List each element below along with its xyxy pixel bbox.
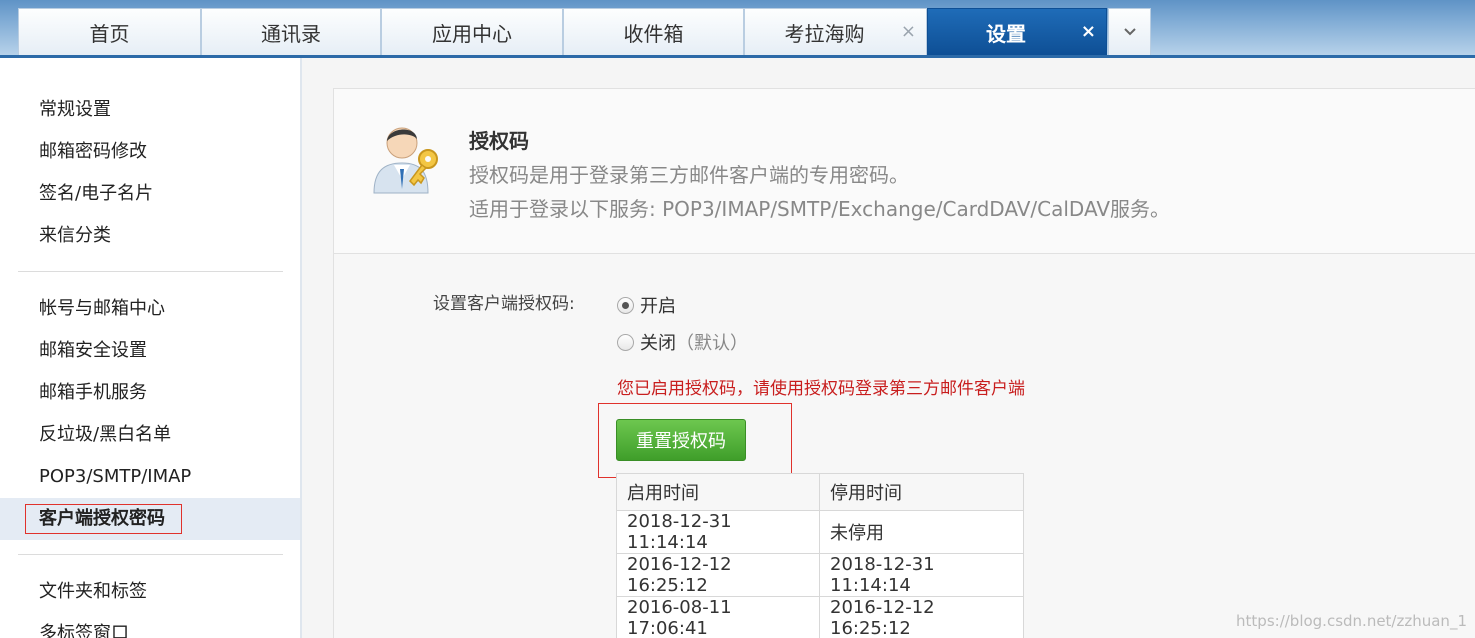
page-description-services: 适用于登录以下服务: POP3/IMAP/SMTP/Exchange/CardD… — [469, 197, 1171, 221]
sidebar-item-mail-sorting[interactable]: 来信分类 — [0, 215, 300, 257]
table-row: 2016-12-12 16:25:12 2018-12-31 11:14:14 — [616, 553, 1024, 597]
page-description: 授权码是用于登录第三方邮件客户端的专用密码。 — [469, 163, 909, 187]
tab-label: 设置 — [986, 21, 1026, 46]
tab-label: 通讯录 — [261, 21, 321, 46]
radio-disable[interactable]: 关闭 （默认） — [617, 329, 748, 355]
tab-inbox[interactable]: 收件箱 — [563, 8, 744, 55]
tab-app-center[interactable]: 应用中心 — [381, 8, 563, 55]
radio-enable[interactable]: 开启 — [617, 292, 676, 318]
table-row: 2016-08-11 17:06:41 2016-12-12 16:25:12 — [616, 596, 1024, 638]
settings-sidebar: 常规设置 邮箱密码修改 签名/电子名片 来信分类 帐号与邮箱中心 邮箱安全设置 … — [0, 58, 302, 638]
sidebar-item-folders[interactable]: 文件夹和标签 — [0, 571, 300, 613]
chevron-down-icon — [1123, 28, 1136, 36]
enabled-time-cell: 2018-12-31 11:14:14 — [616, 510, 820, 554]
disabled-time-cell: 未停用 — [819, 510, 1024, 554]
sidebar-item-label: 客户端授权密码 — [39, 508, 165, 529]
tab-contacts[interactable]: 通讯录 — [201, 8, 381, 55]
radio-label: 开启 — [640, 296, 676, 317]
sidebar-item-security[interactable]: 邮箱安全设置 — [0, 330, 300, 372]
enabled-time-cell: 2016-12-12 16:25:12 — [616, 553, 820, 597]
tab-kaola[interactable]: 考拉海购 × — [744, 8, 927, 55]
enabled-notice: 您已启用授权码，请使用授权码登录第三方邮件客户端 — [617, 379, 1025, 399]
close-icon[interactable]: × — [901, 21, 916, 42]
tab-label: 应用中心 — [432, 21, 512, 46]
radio-button[interactable] — [617, 333, 634, 351]
tab-label: 考拉海购 — [784, 21, 865, 46]
sidebar-item-antispam[interactable]: 反垃圾/黑白名单 — [0, 414, 300, 456]
radio-default-hint: （默认） — [676, 333, 748, 354]
top-tab-bar: 首页 通讯录 应用中心 收件箱 考拉海购 × 设置 × — [0, 0, 1475, 58]
sidebar-group-account: 帐号与邮箱中心 邮箱安全设置 邮箱手机服务 反垃圾/黑白名单 POP3/SMTP… — [0, 288, 300, 540]
disabled-time-cell: 2018-12-31 11:14:14 — [819, 553, 1024, 597]
tab-label: 首页 — [89, 21, 130, 46]
table-row: 2018-12-31 11:14:14 未停用 — [616, 510, 1024, 554]
reset-auth-code-button[interactable]: 重置授权码 — [616, 419, 746, 461]
sidebar-item-account-center[interactable]: 帐号与邮箱中心 — [0, 288, 300, 330]
tab-more-dropdown[interactable] — [1108, 8, 1151, 55]
auth-code-setting-label: 设置客户端授权码: — [433, 294, 575, 314]
sidebar-item-general[interactable]: 常规设置 — [0, 89, 300, 131]
sidebar-item-password[interactable]: 邮箱密码修改 — [0, 131, 300, 173]
tab-settings[interactable]: 设置 × — [927, 8, 1107, 55]
sidebar-item-pop3[interactable]: POP3/SMTP/IMAP — [0, 456, 300, 498]
enabled-time-cell: 2016-08-11 17:06:41 — [616, 596, 820, 638]
sidebar-group-folders: 文件夹和标签 多标签窗口 — [0, 571, 300, 638]
tab-home[interactable]: 首页 — [18, 8, 201, 55]
sidebar-group-general: 常规设置 邮箱密码修改 签名/电子名片 来信分类 — [0, 89, 300, 257]
page-title: 授权码 — [469, 129, 529, 153]
user-key-icon — [373, 127, 438, 194]
sidebar-item-multi-tab[interactable]: 多标签窗口 — [0, 613, 300, 638]
column-header-disabled: 停用时间 — [819, 473, 1024, 511]
main-content: 授权码 授权码是用于登录第三方邮件客户端的专用密码。 适用于登录以下服务: PO… — [302, 58, 1475, 638]
watermark: https://blog.csdn.net/zzhuan_1 — [1236, 612, 1467, 630]
disabled-time-cell: 2016-12-12 16:25:12 — [819, 596, 1024, 638]
radio-label: 关闭 — [640, 333, 676, 354]
sidebar-item-client-auth[interactable]: 客户端授权密码 — [0, 498, 300, 540]
radio-button-checked[interactable] — [617, 296, 634, 314]
auth-history-table: 启用时间 停用时间 2018-12-31 11:14:14 未停用 2016-1… — [616, 473, 1024, 638]
sidebar-divider — [18, 554, 283, 555]
sidebar-item-signature[interactable]: 签名/电子名片 — [0, 173, 300, 215]
tab-label: 收件箱 — [623, 21, 684, 46]
panel-header: 授权码 授权码是用于登录第三方邮件客户端的专用密码。 适用于登录以下服务: PO… — [334, 89, 1475, 254]
column-header-enabled: 启用时间 — [616, 473, 820, 511]
sidebar-item-mobile[interactable]: 邮箱手机服务 — [0, 372, 300, 414]
auth-code-panel: 授权码 授权码是用于登录第三方邮件客户端的专用密码。 适用于登录以下服务: PO… — [333, 88, 1475, 638]
table-header-row: 启用时间 停用时间 — [616, 473, 1024, 511]
sidebar-divider — [18, 271, 283, 272]
close-icon[interactable]: × — [1081, 21, 1096, 42]
